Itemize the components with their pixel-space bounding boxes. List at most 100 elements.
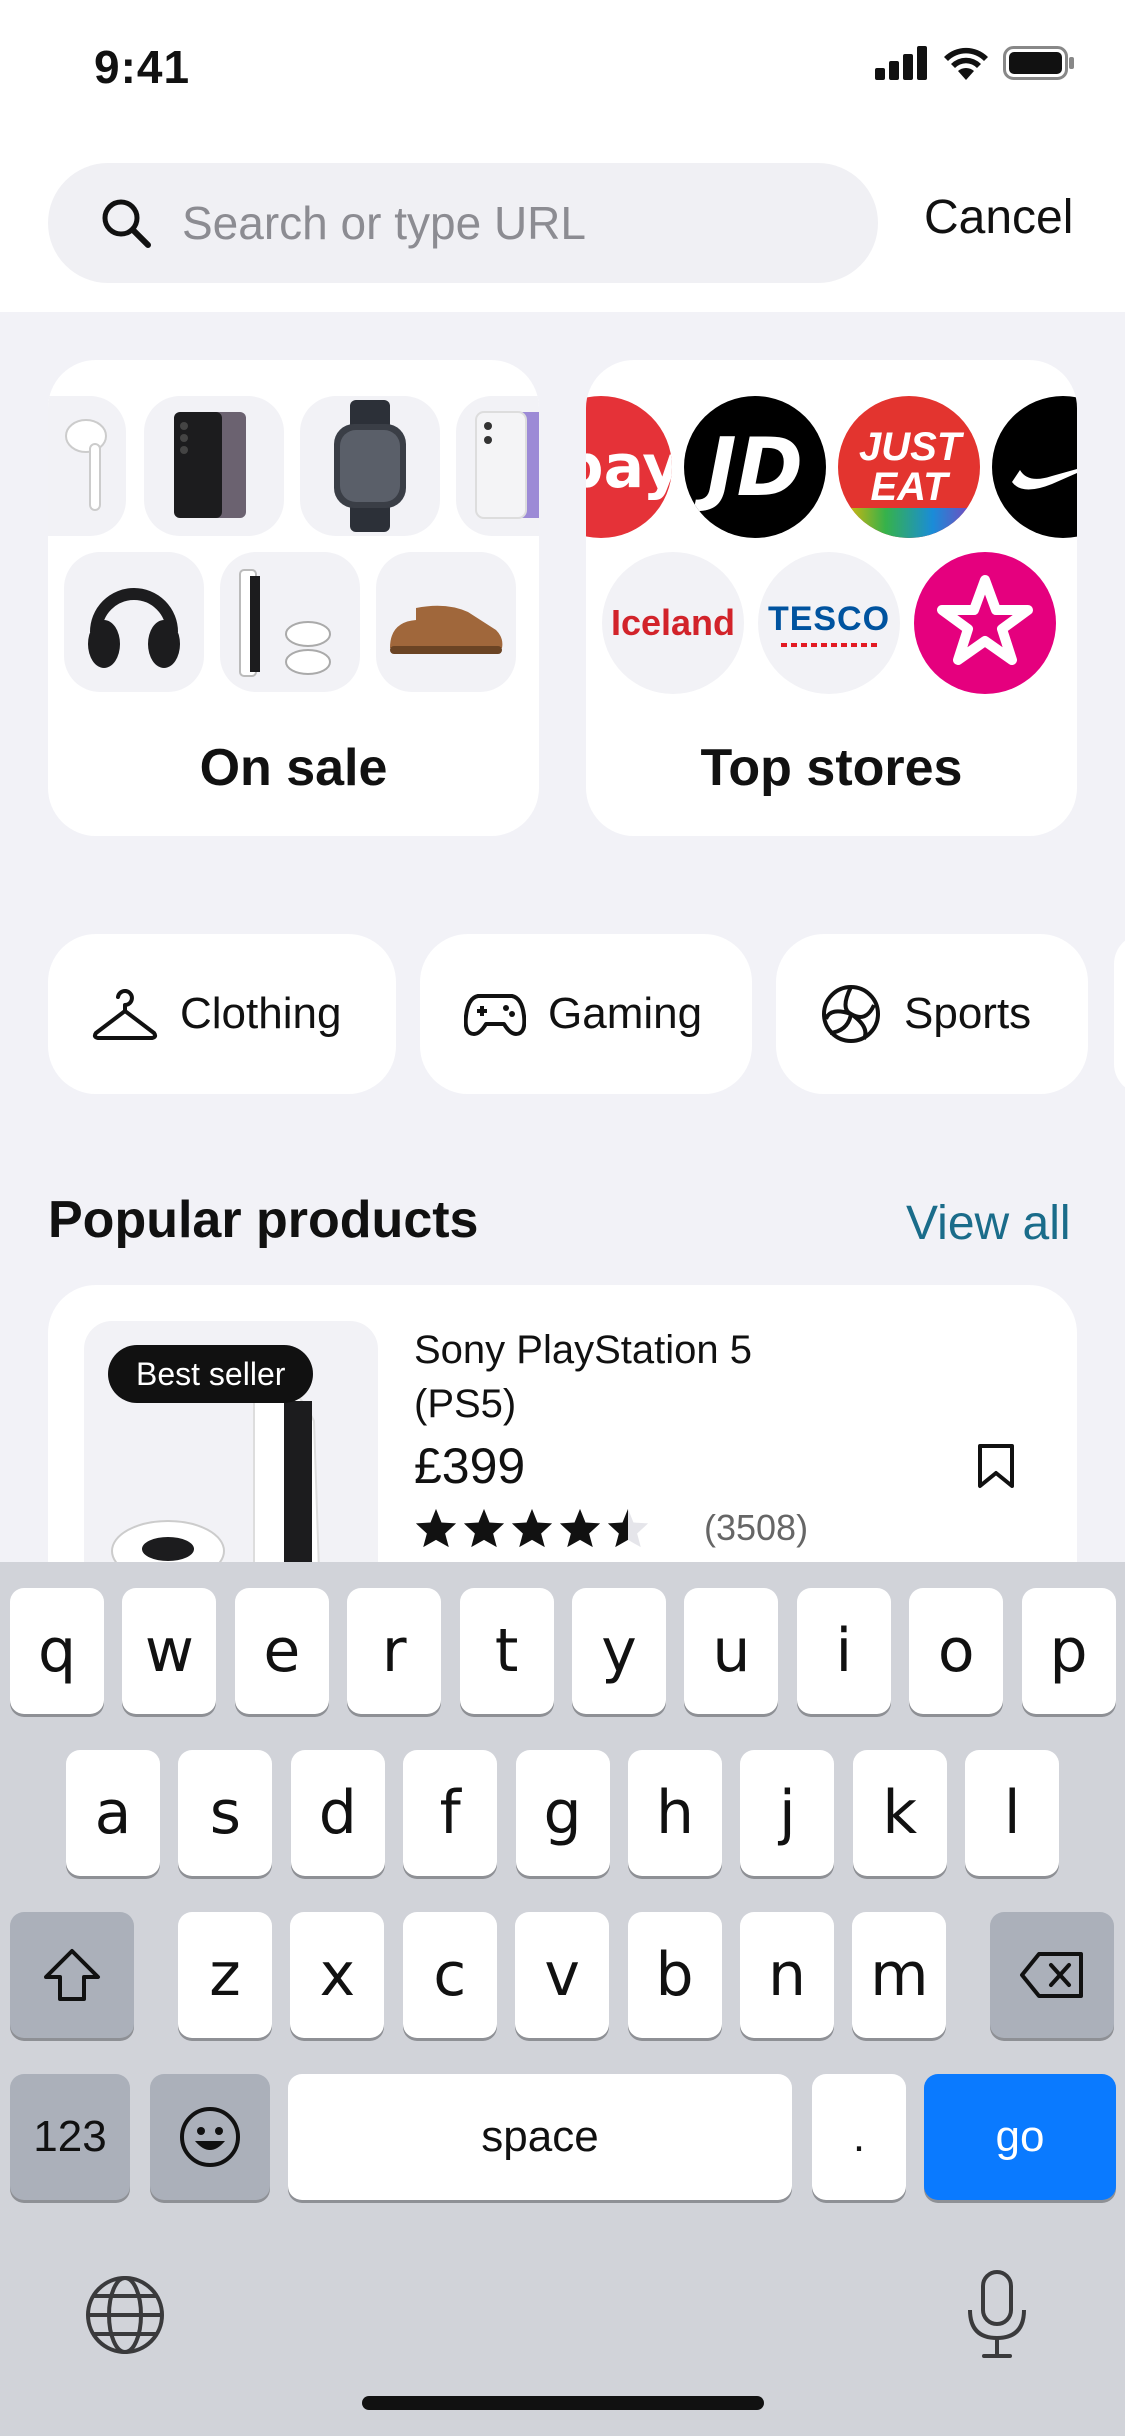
search-icon — [102, 199, 151, 248]
key-g[interactable]: g — [515, 1750, 610, 1876]
star-icon — [415, 1508, 457, 1548]
category-chip-clothing[interactable]: Clothing — [48, 934, 396, 1094]
backspace-icon — [1020, 1952, 1083, 1998]
key-z[interactable]: z — [178, 1912, 272, 2038]
status-icons — [875, 46, 1075, 80]
ebay-logo-text: bay — [586, 432, 672, 502]
star-icon — [559, 1508, 601, 1548]
key-y[interactable]: y — [572, 1588, 666, 1714]
key-c[interactable]: c — [402, 1912, 497, 2038]
key-v[interactable]: v — [515, 1912, 610, 2038]
home-indicator — [362, 2396, 764, 2410]
signal-icon — [875, 46, 927, 80]
product-price: £399 — [414, 1438, 526, 1494]
key-e[interactable]: e — [234, 1588, 329, 1714]
nike-logo — [992, 396, 1077, 538]
microphone-icon[interactable] — [962, 2268, 1032, 2360]
iceland-logo: Iceland — [602, 552, 744, 694]
key-l[interactable]: l — [965, 1750, 1060, 1876]
key-u[interactable]: u — [684, 1588, 779, 1714]
airpods-icon — [65, 419, 107, 511]
on-sale-card[interactable]: On sale — [48, 360, 539, 836]
hanger-icon — [92, 989, 158, 1040]
review-count: (3508) — [704, 1507, 809, 1548]
go-key[interactable]: go — [924, 2074, 1116, 2200]
view-all-link[interactable]: View all — [906, 1196, 1071, 1251]
key-n[interactable]: n — [740, 1912, 834, 2038]
category-chip-gaming[interactable]: Gaming — [420, 934, 752, 1094]
search-input[interactable]: Search or type URL — [48, 163, 878, 283]
key-m[interactable]: m — [852, 1912, 947, 2038]
tesco-logo: TESCO — [758, 552, 900, 694]
battery-icon — [1003, 46, 1074, 80]
volleyball-icon — [822, 985, 880, 1043]
product-name[interactable]: Sony PlayStation 5 (PS5) — [414, 1323, 834, 1431]
console-icon — [239, 569, 331, 677]
best-seller-badge: Best seller — [108, 1345, 314, 1403]
category-label: Sports — [904, 989, 1032, 1038]
category-chip-partial[interactable] — [1114, 934, 1125, 1094]
jd-logo: JD — [684, 396, 826, 538]
emoji-key[interactable] — [150, 2074, 270, 2200]
delete-key[interactable] — [990, 1912, 1114, 2038]
key-a[interactable]: a — [66, 1750, 160, 1876]
numbers-key[interactable]: 123 — [10, 2074, 130, 2200]
boot-icon — [390, 605, 503, 654]
key-j[interactable]: j — [740, 1750, 835, 1876]
key-d[interactable]: d — [290, 1750, 385, 1876]
key-o[interactable]: o — [909, 1588, 1004, 1714]
headphones-icon — [88, 588, 180, 668]
star-icon — [607, 1508, 649, 1548]
top-stores-card[interactable]: bay JD JUST EAT Iceland TESCO Top stores — [586, 360, 1077, 836]
apple-watch-thumbnail — [300, 396, 440, 536]
phone-icon — [174, 412, 246, 518]
emoji-icon — [180, 2107, 240, 2167]
status-time: 9:41 — [94, 41, 191, 93]
key-r[interactable]: r — [347, 1588, 442, 1714]
key-q[interactable]: q — [10, 1588, 104, 1714]
playstation-thumbnail — [220, 552, 360, 692]
star-icon — [511, 1508, 553, 1548]
phone-icon — [475, 411, 539, 519]
on-sale-title: On sale — [199, 739, 388, 797]
key-t[interactable]: t — [459, 1588, 554, 1714]
key-w[interactable]: w — [122, 1588, 217, 1714]
watch-icon — [334, 400, 406, 532]
iceland-logo-text: Iceland — [610, 602, 736, 643]
just-eat-logo: JUST EAT — [838, 396, 980, 538]
space-key[interactable]: space — [288, 2074, 792, 2200]
swoosh-icon — [1012, 469, 1077, 490]
star-store-logo — [914, 552, 1056, 694]
shift-icon — [44, 1949, 100, 2001]
star-icon — [937, 575, 1033, 665]
key-x[interactable]: x — [290, 1912, 385, 2038]
popular-products-title: Popular products — [48, 1191, 479, 1249]
key-b[interactable]: b — [627, 1912, 722, 2038]
key-h[interactable]: h — [628, 1750, 722, 1876]
category-label: Clothing — [180, 989, 342, 1038]
galaxy-phone-thumbnail — [144, 396, 284, 536]
rating-stars — [414, 1507, 650, 1549]
star-icon — [463, 1508, 505, 1548]
key-k[interactable]: k — [852, 1750, 947, 1876]
ebay-logo: bay — [586, 396, 672, 538]
tesco-logo-text: TESCO — [767, 599, 891, 638]
jd-logo-text: JD — [706, 420, 804, 514]
period-key[interactable]: . — [812, 2074, 906, 2200]
globe-icon[interactable] — [84, 2274, 166, 2356]
boots-thumbnail — [376, 552, 516, 692]
search-placeholder: Search or type URL — [182, 197, 586, 249]
key-p[interactable]: p — [1021, 1588, 1116, 1714]
top-stores-title: Top stores — [700, 739, 963, 797]
shift-key[interactable] — [10, 1912, 134, 2038]
category-chip-sports[interactable]: Sports — [776, 934, 1088, 1094]
wifi-icon — [944, 47, 988, 80]
key-f[interactable]: f — [403, 1750, 498, 1876]
category-label: Gaming — [548, 989, 703, 1038]
headphones-thumbnail — [64, 552, 204, 692]
key-i[interactable]: i — [796, 1588, 891, 1714]
airpods-thumbnail — [48, 396, 126, 536]
key-s[interactable]: s — [178, 1750, 273, 1876]
cancel-button[interactable]: Cancel — [924, 190, 1073, 245]
bookmark-icon[interactable] — [976, 1443, 1016, 1489]
